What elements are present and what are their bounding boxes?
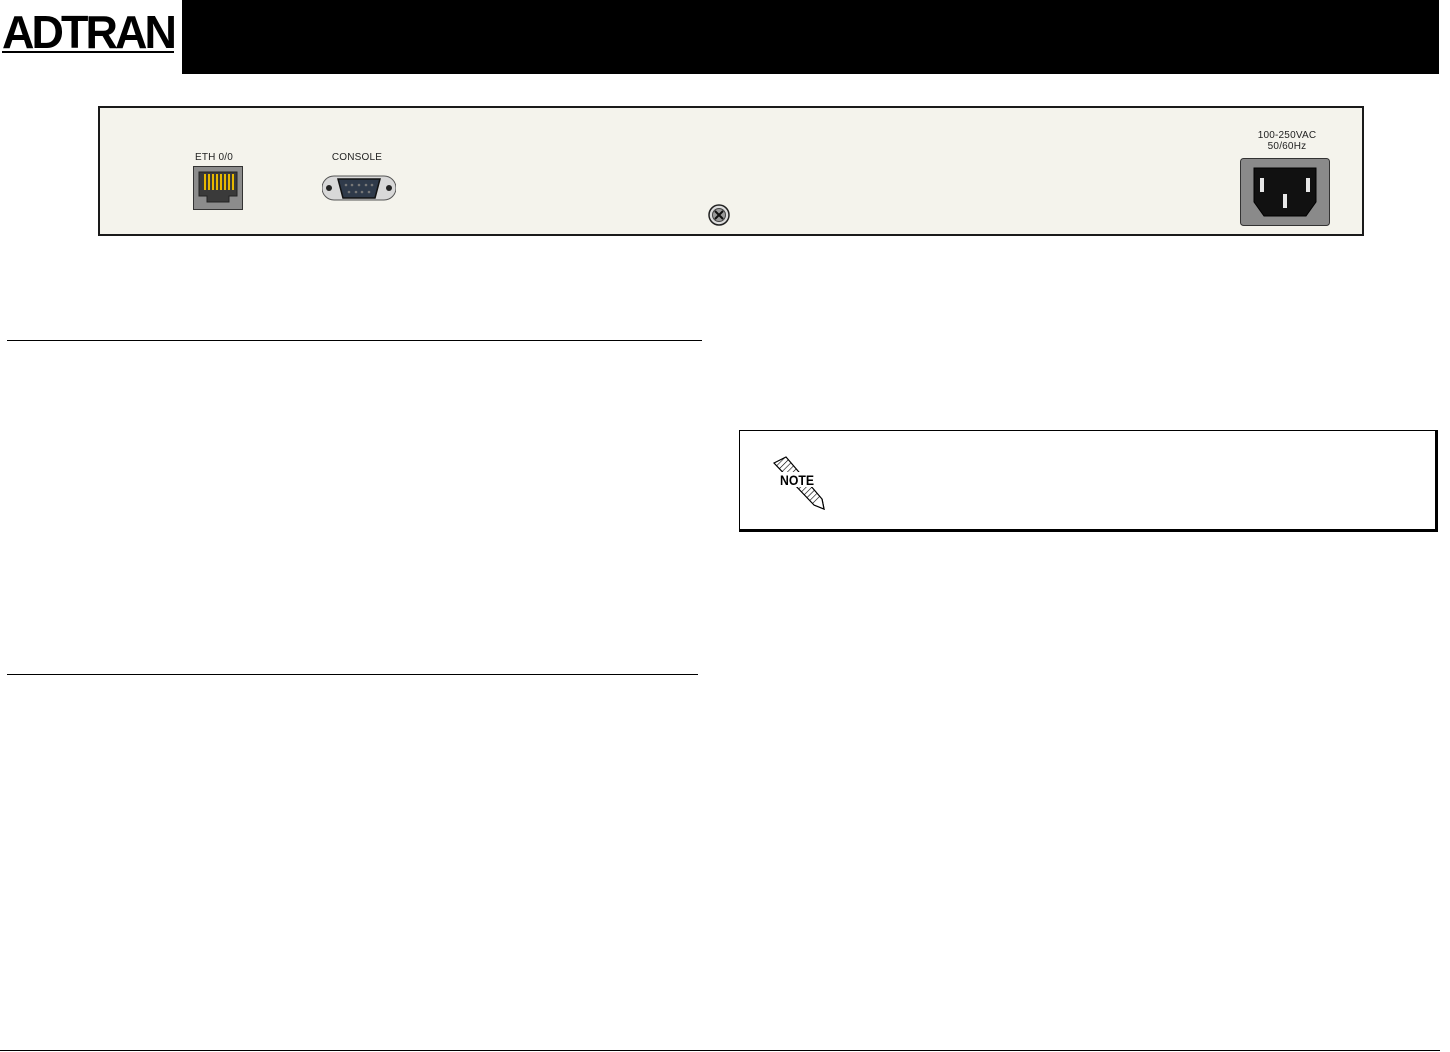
adtran-logo: ADTRAN xyxy=(2,4,178,58)
note-callout: NOTE xyxy=(739,430,1438,532)
console-port-label: CONSOLE xyxy=(331,152,383,163)
ac-power-inlet-icon xyxy=(1240,158,1330,231)
eth-port-label: ETH 0/0 xyxy=(194,152,234,163)
note-pencil-icon: NOTE xyxy=(770,455,828,516)
ground-screw-icon xyxy=(708,204,730,231)
power-voltage-text: 100-250VAC xyxy=(1257,130,1317,141)
logo-underline xyxy=(2,51,174,53)
rj45-ethernet-port-icon xyxy=(193,166,243,215)
logo-text: ADTRAN xyxy=(2,6,175,56)
db9-serial-port-icon xyxy=(321,172,397,211)
note-icon-text: NOTE xyxy=(780,472,814,488)
header-bar xyxy=(182,0,1439,74)
section-divider xyxy=(7,340,702,341)
power-frequency-text: 50/60Hz xyxy=(1267,141,1307,152)
power-rating-label: 100-250VAC 50/60Hz xyxy=(1240,130,1334,152)
rear-panel-illustration: ETH 0/0 CONSOLE 100-250VAC 50/60Hz xyxy=(98,106,1364,236)
section-divider xyxy=(7,674,698,675)
footer-rule xyxy=(0,1050,1440,1051)
